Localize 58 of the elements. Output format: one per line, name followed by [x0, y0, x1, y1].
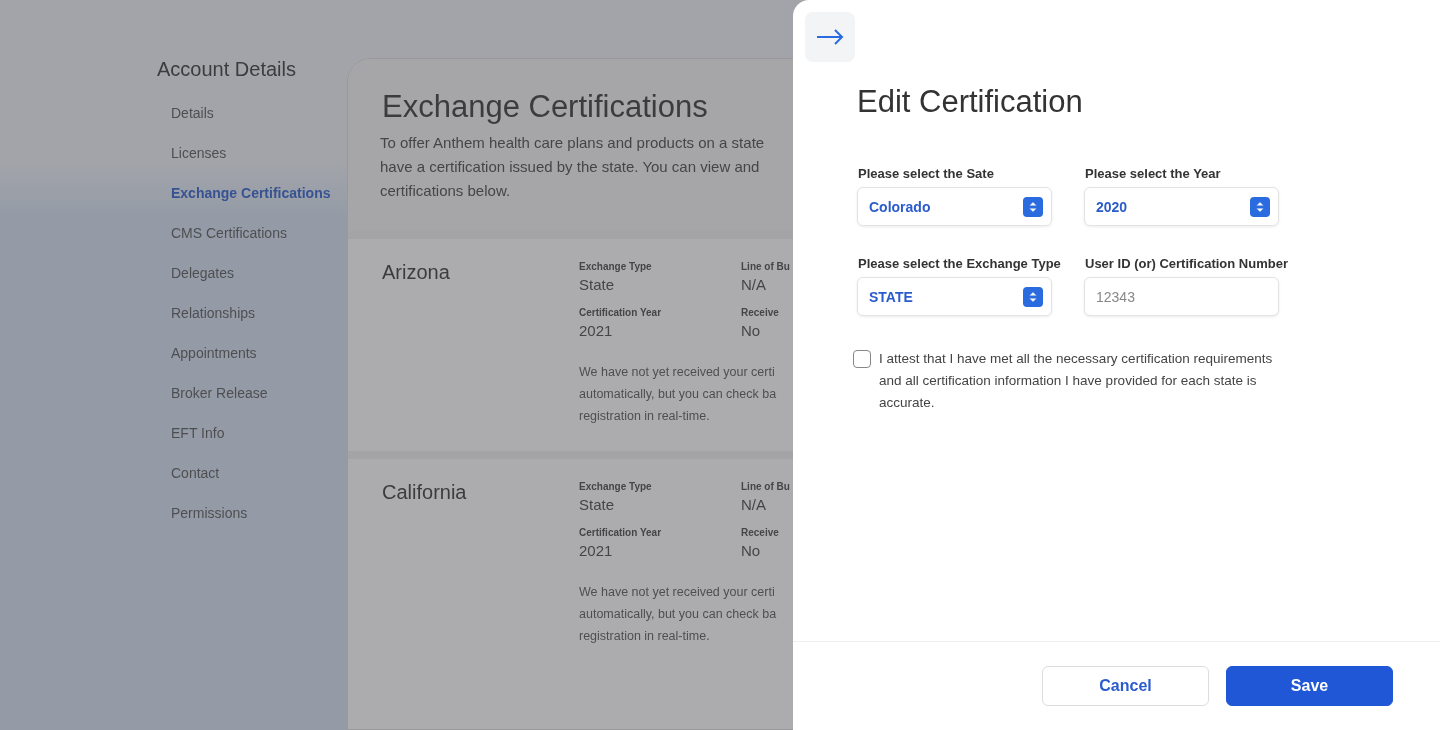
- status-message: We have not yet received your certi: [579, 584, 775, 601]
- field-label: Certification Year: [579, 527, 662, 538]
- sidebar-item[interactable]: Licenses: [171, 145, 347, 185]
- checkbox[interactable]: [853, 350, 871, 368]
- field-label: Receive: [741, 527, 779, 538]
- status-message: automatically, but you can check ba: [579, 606, 777, 623]
- field-value: 2021: [579, 542, 614, 559]
- field-label: Exchange Type: [579, 261, 652, 272]
- status-message: We have not yet received your certi: [579, 364, 775, 381]
- close-drawer-button[interactable]: [805, 12, 855, 62]
- field-label: Exchange Type: [579, 481, 652, 492]
- sidebar-item[interactable]: Broker Release: [171, 385, 347, 425]
- sidebar-item[interactable]: EFT Info: [171, 425, 347, 465]
- cancel-button[interactable]: Cancel: [1042, 666, 1209, 706]
- field-value: No: [741, 542, 762, 559]
- sidebar-item[interactable]: Delegates: [171, 265, 347, 305]
- input-field[interactable]: 12343: [1084, 277, 1279, 316]
- arrow-right-icon: [816, 29, 844, 45]
- field-value: State: [579, 276, 616, 293]
- select-stepper-icon: [1023, 286, 1043, 307]
- state-name: California: [382, 481, 467, 504]
- state-name: Arizona: [382, 261, 450, 284]
- field-label: Certification Year: [579, 307, 662, 318]
- field-value: 2021: [579, 322, 614, 339]
- field-value: No: [741, 322, 762, 339]
- intro-text: To offer Anthem health care plans and products on a state: [380, 133, 765, 153]
- save-button[interactable]: Save: [1226, 666, 1393, 706]
- sidebar-item[interactable]: Relationships: [171, 305, 347, 345]
- field-label: User ID (or) Certification Number: [1085, 256, 1288, 271]
- status-message: automatically, but you can check ba: [579, 386, 777, 403]
- field-label: Please select the Exchange Type: [858, 256, 1061, 271]
- select-stepper-icon: [1250, 196, 1270, 217]
- sidebar-item[interactable]: Contact: [171, 465, 347, 505]
- field-label: Please select the Year: [1085, 166, 1221, 181]
- status-message: registration in real-time.: [579, 408, 710, 425]
- field-value: State: [579, 496, 616, 513]
- select-field[interactable]: STATE: [857, 277, 1052, 316]
- drawer-title: Edit Certification: [857, 84, 1083, 120]
- intro-text: certifications below.: [380, 181, 511, 201]
- field-label: Line of Bu: [741, 481, 790, 492]
- sidebar-title: Account Details: [157, 58, 296, 81]
- page-title: Exchange Certifications: [382, 89, 708, 125]
- intro-text: have a certification issued by the state. You can view and: [380, 157, 760, 177]
- sidebar-item[interactable]: Permissions: [171, 505, 347, 545]
- sidebar-item[interactable]: Details: [171, 105, 347, 145]
- sidebar-item[interactable]: Exchange Certifications: [171, 185, 347, 225]
- field-value: N/A: [741, 496, 767, 513]
- sidebar-item[interactable]: CMS Certifications: [171, 225, 347, 265]
- select-field[interactable]: 2020: [1084, 187, 1279, 226]
- select-stepper-icon: [1023, 196, 1043, 217]
- field-label: Line of Bu: [741, 261, 790, 272]
- field-label: Receive: [741, 307, 779, 318]
- sidebar-item[interactable]: Appointments: [171, 345, 347, 385]
- status-message: registration in real-time.: [579, 628, 710, 645]
- select-field[interactable]: Colorado: [857, 187, 1052, 226]
- field-value: N/A: [741, 276, 767, 293]
- attest-text: I attest that I have met all the necessary certification requirements and all certification information I have provided for each state is accurate.: [879, 350, 1274, 412]
- field-label: Please select the Sate: [858, 166, 994, 181]
